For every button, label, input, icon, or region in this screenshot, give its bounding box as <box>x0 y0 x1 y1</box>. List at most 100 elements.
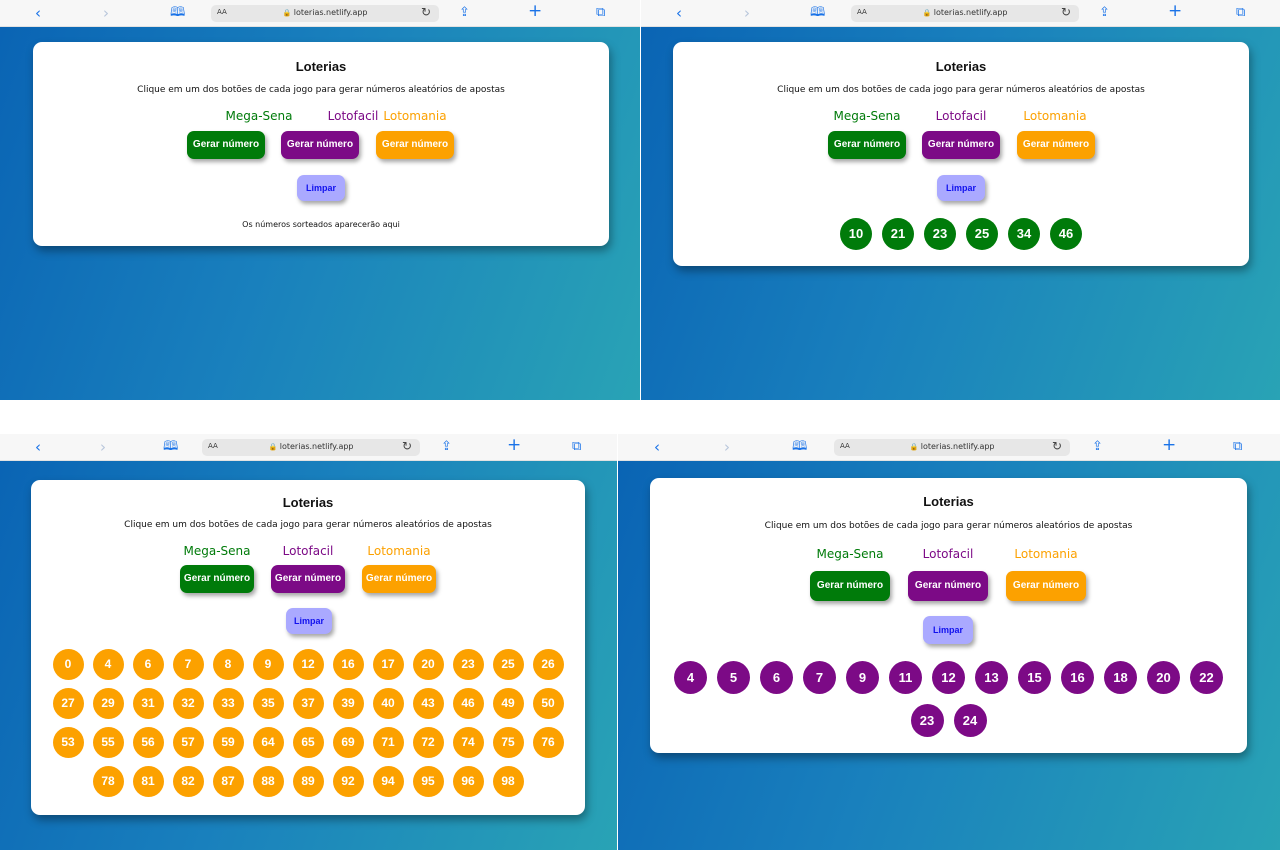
lotomania-generate-button[interactable]: Gerar número <box>362 565 436 593</box>
mega-sena-generate-button[interactable]: Gerar número <box>180 565 254 593</box>
new-tab-icon[interactable]: + <box>507 436 521 454</box>
number-ball: 35 <box>252 688 284 719</box>
number-ball: 59 <box>212 727 244 758</box>
number-ball: 94 <box>372 766 404 797</box>
number-ball: 12 <box>932 661 965 694</box>
reload-icon[interactable]: ↻ <box>1052 439 1062 453</box>
page-subtitle: Clique em um dos botões de cada jogo par… <box>777 85 1145 95</box>
address-bar[interactable]: AA 🔒 loterias.netlify.app ↻ <box>851 5 1079 22</box>
back-icon[interactable]: ‹ <box>676 4 682 22</box>
share-icon[interactable]: ⇪ <box>459 4 470 22</box>
mega-sena-generate-button[interactable]: Gerar número <box>828 131 906 159</box>
lotofacil-generate-button[interactable]: Gerar número <box>271 565 345 593</box>
mega-sena-label: Mega-Sena <box>816 547 884 561</box>
mega-sena-generate-button[interactable]: Gerar número <box>810 571 890 601</box>
number-ball: 25 <box>966 218 998 250</box>
number-ball: 8 <box>212 649 244 680</box>
reload-icon[interactable]: ↻ <box>421 5 431 19</box>
number-ball: 18 <box>1104 661 1137 694</box>
address-bar[interactable]: AA 🔒 loterias.netlify.app ↻ <box>202 439 420 456</box>
url-text: loterias.netlify.app <box>933 8 1008 17</box>
number-ball: 17 <box>372 649 404 680</box>
lotomania-generate-button[interactable]: Gerar número <box>376 131 454 159</box>
number-ball: 98 <box>492 766 524 797</box>
back-icon[interactable]: ‹ <box>35 438 41 456</box>
tabs-icon[interactable]: ⧉ <box>596 4 605 22</box>
app-card: Loterias Clique em um dos botões de cada… <box>31 480 585 815</box>
back-icon[interactable]: ‹ <box>654 438 660 456</box>
forward-icon[interactable]: › <box>724 438 730 456</box>
share-icon[interactable]: ⇪ <box>1092 438 1103 456</box>
page-title: Loterias <box>295 59 347 74</box>
back-icon[interactable]: ‹ <box>35 4 41 22</box>
number-ball: 65 <box>292 727 324 758</box>
number-ball: 71 <box>372 727 404 758</box>
forward-icon[interactable]: › <box>100 438 106 456</box>
tabs-icon[interactable]: ⧉ <box>1233 438 1242 456</box>
number-ball: 88 <box>252 766 284 797</box>
clear-button[interactable]: Limpar <box>937 175 985 201</box>
lotofacil-generate-button[interactable]: Gerar número <box>281 131 359 159</box>
number-ball: 82 <box>172 766 204 797</box>
url-text: loterias.netlify.app <box>279 442 354 451</box>
forward-icon[interactable]: › <box>744 4 750 22</box>
number-ball: 4 <box>92 649 124 680</box>
number-ball: 23 <box>910 704 944 737</box>
lock-icon: 🔒 <box>268 443 278 451</box>
bookmarks-icon[interactable]: 🕮 <box>163 438 178 456</box>
share-icon[interactable]: ⇪ <box>1099 4 1110 22</box>
number-ball: 43 <box>412 688 444 719</box>
reload-icon[interactable]: ↻ <box>1061 5 1071 19</box>
number-ball: 26 <box>532 649 564 680</box>
app-card: Loterias Clique em um dos botões de cada… <box>33 42 609 246</box>
number-ball: 32 <box>172 688 204 719</box>
address-bar[interactable]: AA 🔒 loterias.netlify.app ↻ <box>211 5 439 22</box>
new-tab-icon[interactable]: + <box>528 2 542 20</box>
number-ball: 81 <box>132 766 164 797</box>
tabs-icon[interactable]: ⧉ <box>572 438 581 456</box>
number-ball: 12 <box>292 649 324 680</box>
url-text: loterias.netlify.app <box>293 8 368 17</box>
page-title: Loterias <box>935 59 987 74</box>
clear-button[interactable]: Limpar <box>286 608 332 634</box>
new-tab-icon[interactable]: + <box>1168 2 1182 20</box>
bookmarks-icon[interactable]: 🕮 <box>170 4 185 22</box>
reload-icon[interactable]: ↻ <box>402 439 412 453</box>
lotomania-generate-button[interactable]: Gerar número <box>1017 131 1095 159</box>
number-ball: 64 <box>252 727 284 758</box>
lotofacil-generate-button[interactable]: Gerar número <box>908 571 988 601</box>
page-background: Loterias Clique em um dos botões de cada… <box>0 461 617 850</box>
mega-sena-generate-button[interactable]: Gerar número <box>187 131 265 159</box>
number-ball: 89 <box>292 766 324 797</box>
number-ball: 49 <box>492 688 524 719</box>
number-ball: 9 <box>252 649 284 680</box>
app-card: Loterias Clique em um dos botões de cada… <box>673 42 1249 266</box>
number-ball: 96 <box>452 766 484 797</box>
browser-toolbar: ‹ › 🕮 AA 🔒 loterias.netlify.app ↻ ⇪ + ⧉ <box>0 0 640 27</box>
number-ball: 40 <box>372 688 404 719</box>
tabs-icon[interactable]: ⧉ <box>1236 4 1245 22</box>
number-ball: 21 <box>882 218 914 250</box>
number-ball: 69 <box>332 727 364 758</box>
lotofacil-label: Lotofacil <box>922 547 974 561</box>
number-ball: 10 <box>840 218 872 250</box>
lotomania-label: Lotomania <box>367 544 431 558</box>
number-ball: 39 <box>332 688 364 719</box>
results-placeholder: Os números sorteados aparecerão aqui <box>242 220 400 229</box>
bookmarks-icon[interactable]: 🕮 <box>792 438 807 456</box>
number-ball: 75 <box>492 727 524 758</box>
clear-button[interactable]: Limpar <box>297 175 345 201</box>
number-ball: 53 <box>52 727 84 758</box>
clear-button[interactable]: Limpar <box>923 616 973 644</box>
new-tab-icon[interactable]: + <box>1162 436 1176 454</box>
number-ball: 27 <box>52 688 84 719</box>
number-ball: 33 <box>212 688 244 719</box>
number-ball: 9 <box>846 661 879 694</box>
lotofacil-generate-button[interactable]: Gerar número <box>922 131 1000 159</box>
forward-icon[interactable]: › <box>103 4 109 22</box>
lotomania-generate-button[interactable]: Gerar número <box>1006 571 1086 601</box>
share-icon[interactable]: ⇪ <box>441 438 452 456</box>
address-bar[interactable]: AA 🔒 loterias.netlify.app ↻ <box>834 439 1070 456</box>
screen-mega-sena: ‹ › 🕮 AA 🔒 loterias.netlify.app ↻ ⇪ + ⧉ … <box>641 0 1280 400</box>
bookmarks-icon[interactable]: 🕮 <box>810 4 825 22</box>
